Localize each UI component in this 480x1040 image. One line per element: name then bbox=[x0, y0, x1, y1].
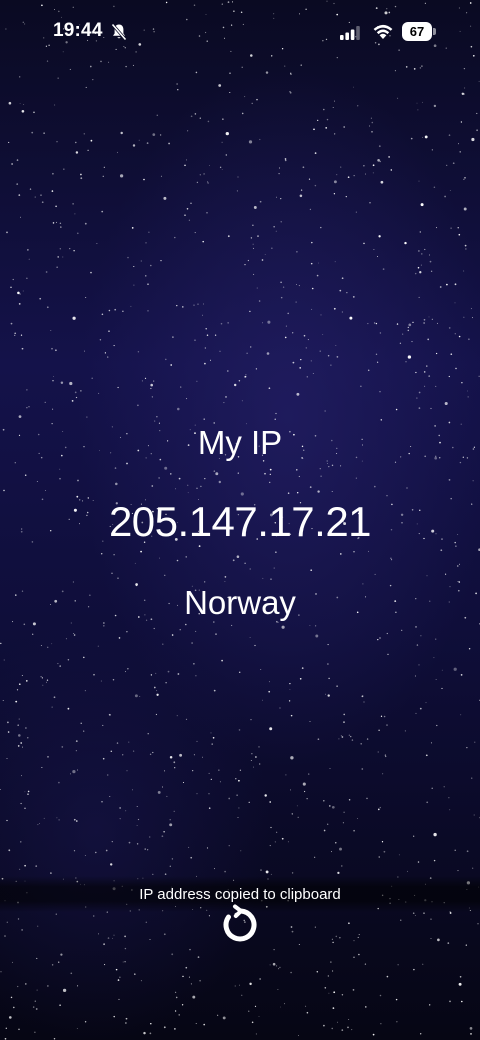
wifi-icon bbox=[373, 24, 393, 39]
battery-cap bbox=[433, 28, 436, 35]
battery-level: 67 bbox=[409, 24, 425, 39]
country-value: Norway bbox=[184, 584, 296, 621]
cellular-signal-icon bbox=[340, 26, 360, 40]
refresh-icon[interactable] bbox=[216, 903, 266, 945]
battery-icon: 67 bbox=[402, 22, 436, 41]
status-bar: 19:44 67 bbox=[0, 0, 480, 64]
app-screen: 19:44 67 My IP 205.147.17.21 Norway IP a… bbox=[0, 0, 480, 1040]
bell-slash-icon bbox=[111, 23, 127, 41]
page-title: My IP bbox=[197, 424, 283, 461]
status-time: 19:44 bbox=[53, 20, 103, 41]
ip-address-value[interactable]: 205.147.17.21 bbox=[0, 498, 480, 546]
toast-message: IP address copied to clipboard bbox=[139, 886, 341, 903]
